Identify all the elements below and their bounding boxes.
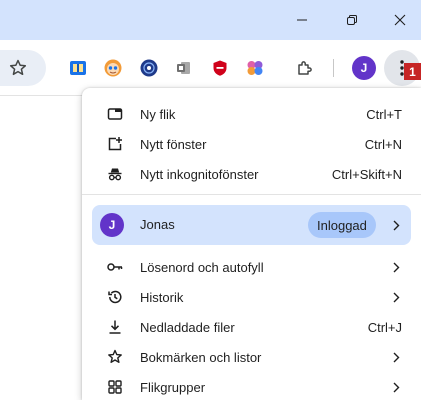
- menu-item-downloads[interactable]: Nedladdade filer Ctrl+J: [82, 312, 421, 342]
- chevron-right-icon: [391, 290, 401, 304]
- office-extension-icon: [177, 62, 190, 74]
- annotation-badge: 1: [404, 63, 421, 80]
- chevron-right-icon: [391, 260, 401, 274]
- profile-avatar: J: [100, 213, 124, 237]
- menu-item-new-window[interactable]: Nytt fönster Ctrl+N: [82, 129, 421, 159]
- menu-profile-row[interactable]: J Jonas Inloggad: [92, 205, 411, 245]
- menu-item-history[interactable]: Historik: [82, 282, 421, 312]
- profile-avatar-button[interactable]: J: [352, 56, 376, 80]
- menu-item-label: Flikgrupper: [140, 379, 206, 395]
- menu-item-shortcut: Ctrl+Skift+N: [331, 166, 402, 182]
- menu-item-passwords-autofill[interactable]: Lösenord och autofyll: [82, 252, 421, 282]
- close-window-button[interactable]: [377, 0, 421, 40]
- restore-button[interactable]: [329, 0, 375, 40]
- toolbar-separator: [333, 59, 334, 77]
- menu-item-new-incognito-window[interactable]: Nytt inkognitofönster Ctrl+Skift+N: [82, 159, 421, 189]
- brain-extension-icon: [247, 61, 263, 75]
- window-titlebar: [0, 0, 421, 40]
- menu-item-shortcut: Ctrl+N: [364, 136, 402, 152]
- download-icon: [106, 318, 124, 336]
- reading-mode-extension-button[interactable]: [66, 56, 90, 80]
- menu-item-new-tab[interactable]: Ny flik Ctrl+T: [82, 99, 421, 129]
- star-outline-icon: [9, 59, 27, 76]
- tab-groups-icon: [106, 378, 124, 396]
- menu-item-label: Bokmärken och listor: [140, 349, 262, 365]
- face-avatar-extension-button[interactable]: [101, 56, 125, 80]
- shield-extension-icon: [213, 60, 227, 76]
- menu-item-shortcut: Ctrl+J: [367, 319, 402, 335]
- menu-item-label: Ny flik: [140, 106, 176, 122]
- history-icon: [106, 288, 124, 306]
- chevron-right-icon: [391, 350, 401, 364]
- menu-divider: [82, 194, 421, 195]
- menu-item-label: Historik: [140, 289, 184, 305]
- incognito-icon: [106, 165, 124, 183]
- bookmark-star-button[interactable]: [8, 58, 28, 78]
- extensions-button[interactable]: [293, 56, 317, 80]
- key-icon: [106, 258, 124, 276]
- menu-item-label: Nytt inkognitofönster: [140, 166, 259, 182]
- shield-extension-button[interactable]: [208, 56, 232, 80]
- blue-badge-extension-icon: [140, 59, 158, 77]
- minimize-button[interactable]: [279, 0, 325, 40]
- new-tab-icon: [106, 105, 124, 123]
- menu-item-label: Nedladdade filer: [140, 319, 235, 335]
- chevron-right-icon: [391, 218, 401, 232]
- menu-item-shortcut: Ctrl+T: [366, 106, 402, 122]
- star-icon: [106, 348, 124, 366]
- menu-item-bookmarks-lists[interactable]: Bokmärken och listor: [82, 342, 421, 372]
- reading-mode-extension-icon: [70, 61, 86, 75]
- menu-item-label: Lösenord och autofyll: [140, 259, 264, 275]
- profile-name: Jonas: [140, 217, 175, 232]
- new-window-icon: [106, 135, 124, 153]
- menu-item-tab-groups[interactable]: Flikgrupper: [82, 372, 421, 400]
- blue-badge-extension-button[interactable]: [137, 56, 161, 80]
- signed-in-badge: Inloggad: [308, 212, 376, 238]
- restore-icon: [347, 15, 357, 25]
- chrome-main-menu: Ny flik Ctrl+T Nytt fönster Ctrl+N Nytt …: [82, 88, 421, 400]
- face-avatar-extension-icon: [104, 59, 122, 77]
- brain-extension-button[interactable]: [243, 56, 267, 80]
- close-icon: [394, 14, 406, 26]
- chevron-right-icon: [391, 380, 401, 394]
- minimize-icon: [297, 19, 307, 21]
- menu-item-label: Nytt fönster: [140, 136, 207, 152]
- puzzle-extensions-icon: [298, 61, 312, 75]
- office-extension-button[interactable]: [172, 56, 196, 80]
